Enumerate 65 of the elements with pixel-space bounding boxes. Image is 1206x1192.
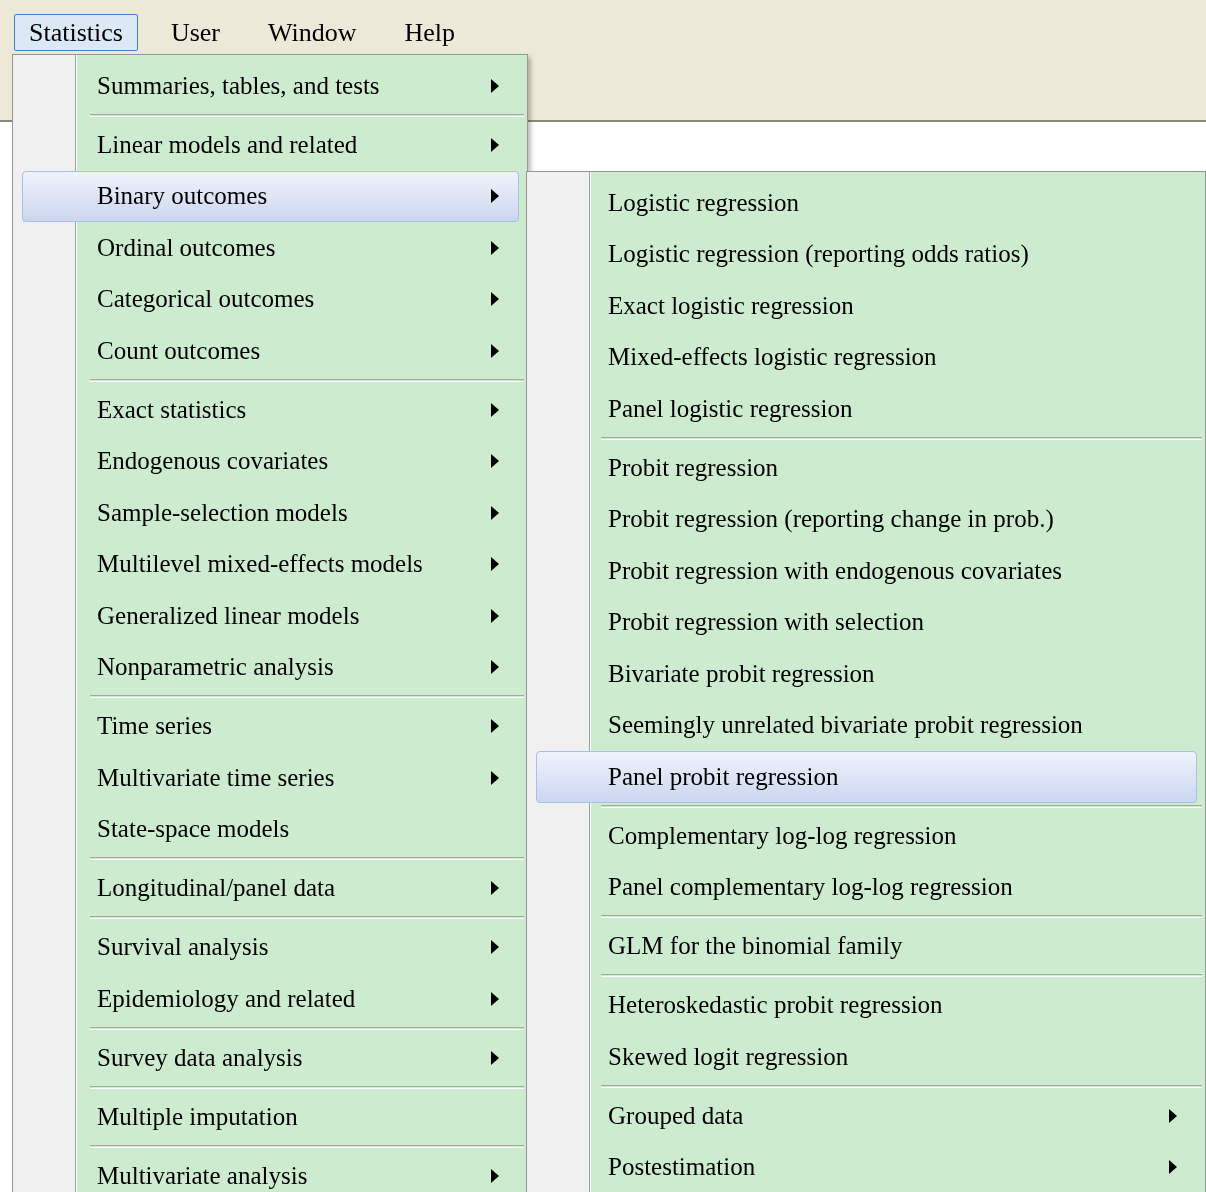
menu-bar-item[interactable]: User [155, 14, 235, 51]
menu-item[interactable]: Probit regression [536, 442, 1197, 494]
menu-item[interactable]: Ordinal outcomes [22, 222, 519, 274]
menu-item[interactable]: Survey data analysis [22, 1032, 519, 1084]
menu-item[interactable]: Postestimation [536, 1141, 1197, 1192]
submenu-arrow-icon [490, 504, 500, 521]
submenu-arrow-icon [490, 718, 500, 735]
menu-item[interactable]: Grouped data [536, 1090, 1197, 1142]
menu-item[interactable]: Sample-selection models [22, 487, 519, 539]
menu-bar-item[interactable]: Help [389, 14, 471, 51]
menu-item[interactable]: Multivariate analysis [22, 1150, 519, 1192]
menu-item[interactable]: Exact statistics [22, 384, 519, 436]
menu-item[interactable]: Epidemiology and related [22, 973, 519, 1025]
submenu-arrow-icon [490, 880, 500, 897]
menu-item[interactable]: Multivariate time series [22, 752, 519, 804]
menu-item[interactable]: Panel probit regression [536, 751, 1197, 803]
menu-item[interactable]: Endogenous covariates [22, 435, 519, 487]
menu-bar-item[interactable]: Statistics [14, 14, 138, 51]
menu-item[interactable]: Longitudinal/panel data [22, 862, 519, 914]
submenu-arrow-icon [490, 1167, 500, 1184]
submenu-arrow-icon [490, 939, 500, 956]
menu-item[interactable]: Survival analysis [22, 921, 519, 973]
menu-item[interactable]: Panel complementary log-log regression [536, 861, 1197, 913]
submenu-arrow-icon [490, 453, 500, 470]
submenu-arrow-icon [490, 1049, 500, 1066]
submenu-arrow-icon [490, 556, 500, 573]
submenu-arrow-icon [1168, 1107, 1178, 1124]
submenu-arrow-icon [490, 77, 500, 94]
menu-item[interactable]: Probit regression (reporting change in prob.) [536, 493, 1197, 545]
menu-item[interactable]: Binary outcomes [22, 170, 519, 222]
menu-item[interactable]: Linear models and related [22, 119, 519, 171]
menu-item[interactable]: Summaries, tables, and tests [22, 60, 519, 112]
submenu-arrow-icon [490, 342, 500, 359]
menu-item[interactable]: Bivariate probit regression [536, 648, 1197, 700]
submenu-arrow-icon [490, 136, 500, 153]
menu-item[interactable]: State-space models [22, 803, 519, 855]
menu-item[interactable]: Probit regression with selection [536, 596, 1197, 648]
menu-item[interactable]: Seemingly unrelated bivariate probit regression [536, 699, 1197, 751]
submenu-arrow-icon [490, 769, 500, 786]
submenu-arrow-icon [490, 188, 500, 205]
menu-bar-item[interactable]: Window [253, 14, 372, 51]
menu-item[interactable]: Mixed-effects logistic regression [536, 331, 1197, 383]
menu-item[interactable]: Categorical outcomes [22, 273, 519, 325]
menu-item[interactable]: Probit regression with endogenous covariates [536, 545, 1197, 597]
submenu-arrow-icon [490, 990, 500, 1007]
menu-item[interactable]: Multilevel mixed-effects models [22, 538, 519, 590]
menu-item[interactable]: Panel logistic regression [536, 383, 1197, 435]
menu-item[interactable]: Logistic regression [536, 177, 1197, 229]
submenu-arrow-icon [490, 659, 500, 676]
menu-item[interactable]: Time series [22, 700, 519, 752]
submenu-arrow-icon [490, 401, 500, 418]
menu-item[interactable]: Count outcomes [22, 325, 519, 377]
submenu-arrow-icon [490, 291, 500, 308]
menu-item[interactable]: Logistic regression (reporting odds ratios) [536, 228, 1197, 280]
menu-item[interactable]: Multiple imputation [22, 1091, 519, 1143]
menu-item[interactable]: Nonparametric analysis [22, 641, 519, 693]
menu-item[interactable]: Complementary log-log regression [536, 810, 1197, 862]
menu-item[interactable]: Skewed logit regression [536, 1031, 1197, 1083]
menu-item[interactable]: Heteroskedastic probit regression [536, 979, 1197, 1031]
submenu-arrow-icon [1168, 1159, 1178, 1176]
submenu-arrow-icon [490, 607, 500, 624]
menu-item[interactable]: Generalized linear models [22, 590, 519, 642]
submenu-arrow-icon [490, 239, 500, 256]
menu-item[interactable]: Exact logistic regression [536, 280, 1197, 332]
menu-item[interactable]: GLM for the binomial family [536, 920, 1197, 972]
